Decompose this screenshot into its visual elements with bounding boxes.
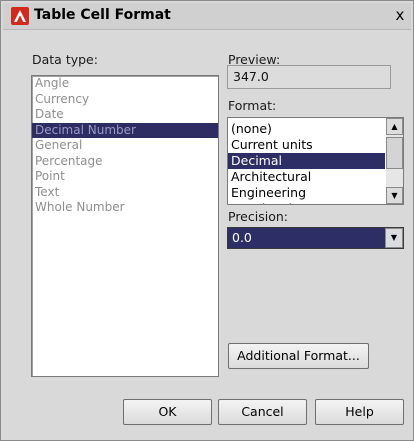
data-type-item[interactable]: Point xyxy=(32,169,218,185)
data-type-list[interactable]: Angle Currency Date Decimal Number General Pe… xyxy=(31,75,219,377)
scroll-thumb[interactable] xyxy=(386,137,403,169)
data-type-item[interactable]: Currency xyxy=(32,92,218,108)
preview-box: 347.0 xyxy=(227,65,391,89)
ok-button[interactable]: OK xyxy=(123,399,212,425)
data-type-item[interactable]: Text xyxy=(32,185,218,201)
format-item[interactable]: Engineering xyxy=(228,185,385,201)
help-button[interactable]: Help xyxy=(315,399,404,425)
precision-dropdown[interactable]: 0.0 ▼ xyxy=(227,227,404,249)
data-type-item[interactable]: Decimal Number xyxy=(32,122,218,138)
cancel-button[interactable]: Cancel xyxy=(218,399,307,425)
table-cell-format-dialog: Table Cell Format x Data type: Angle Curr… xyxy=(0,0,414,441)
format-items: (none) Current units Decimal Architectural E… xyxy=(228,121,385,204)
additional-format-button[interactable]: Additional Format... xyxy=(228,343,369,369)
data-type-item[interactable]: Date xyxy=(32,107,218,123)
data-type-item[interactable]: Whole Number xyxy=(32,200,218,216)
data-type-item[interactable]: General xyxy=(32,138,218,154)
format-item[interactable]: Architectural xyxy=(228,169,385,185)
arrow-down-icon[interactable]: ▼ xyxy=(386,187,403,204)
precision-label: Precision: xyxy=(228,209,288,224)
precision-value: 0.0 xyxy=(232,230,252,245)
format-item[interactable]: Fractional xyxy=(228,201,385,204)
preview-value: 347.0 xyxy=(233,69,269,84)
chevron-down-icon[interactable]: ▼ xyxy=(385,228,403,248)
data-type-item[interactable]: Angle xyxy=(32,76,218,92)
format-scrollbar[interactable]: ▲ ▼ xyxy=(386,118,403,204)
title-bar[interactable]: Table Cell Format x xyxy=(3,3,411,30)
arrow-up-icon[interactable]: ▲ xyxy=(386,118,403,135)
format-item[interactable]: Decimal xyxy=(228,153,385,169)
data-type-label: Data type: xyxy=(32,52,98,67)
data-type-item[interactable]: Percentage xyxy=(32,154,218,170)
autocad-logo-icon xyxy=(11,7,29,25)
format-label: Format: xyxy=(228,98,277,113)
format-item[interactable]: Current units xyxy=(228,137,385,153)
dialog-title: Table Cell Format xyxy=(34,7,171,23)
format-list[interactable]: (none) Current units Decimal Architectural E… xyxy=(227,117,404,205)
close-icon[interactable]: x xyxy=(391,7,409,25)
format-item[interactable]: (none) xyxy=(228,121,385,137)
